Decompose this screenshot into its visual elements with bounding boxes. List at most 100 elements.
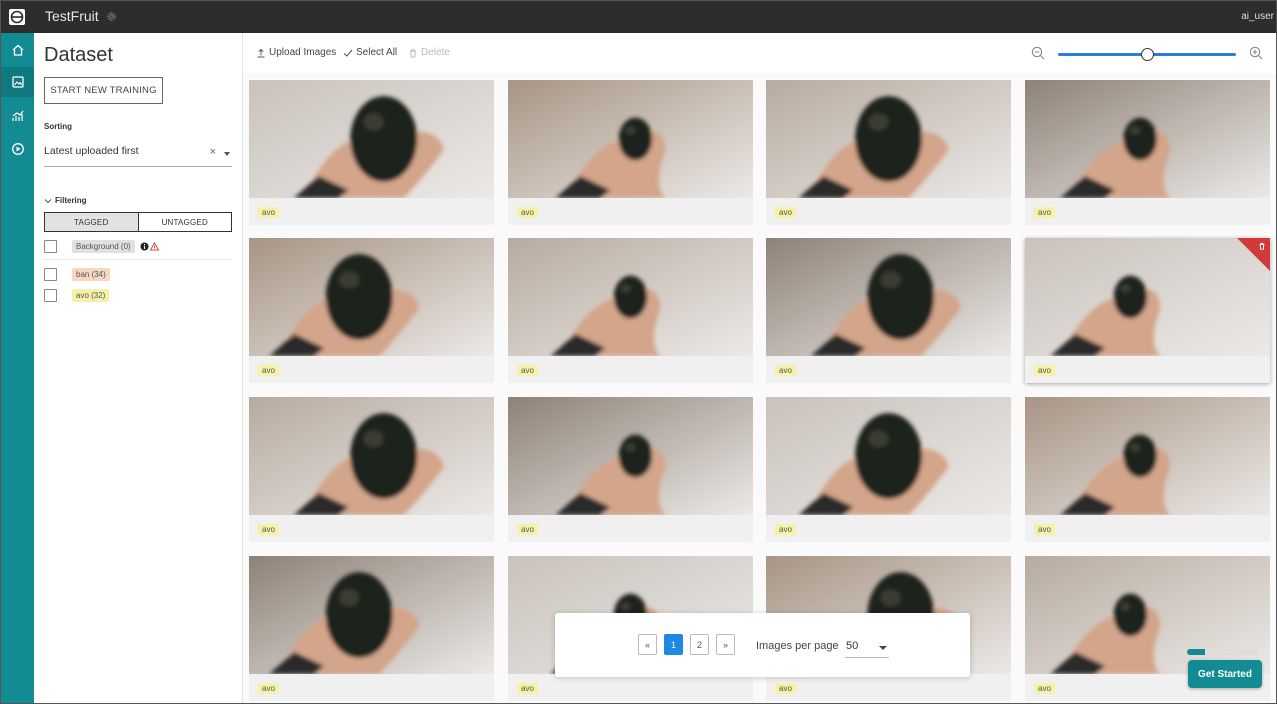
image-thumbnail[interactable]: [766, 238, 1011, 356]
image-tag: avo: [1034, 683, 1055, 694]
image-card[interactable]: avo: [1025, 238, 1270, 383]
image-thumbnail[interactable]: [1025, 80, 1270, 198]
image-thumbnail[interactable]: [1025, 556, 1270, 674]
image-card[interactable]: avo: [249, 238, 494, 383]
clear-sorting-icon[interactable]: ×: [210, 146, 216, 158]
image-card[interactable]: avo: [766, 397, 1011, 542]
nav-home[interactable]: [1, 35, 34, 65]
tag-chip-ban: ban (34): [72, 267, 110, 281]
image-thumbnail[interactable]: [508, 397, 753, 515]
image-thumbnail[interactable]: [766, 397, 1011, 515]
nav-deploy[interactable]: [1, 134, 34, 164]
delete-button[interactable]: Delete: [408, 47, 450, 58]
upload-images-button[interactable]: Upload Images: [256, 47, 336, 58]
image-tag: avo: [1034, 207, 1055, 218]
image-card[interactable]: avo: [249, 80, 494, 225]
image-card[interactable]: avo: [508, 397, 753, 542]
delete-label: Delete: [421, 47, 450, 58]
filter-checkbox-ban[interactable]: [44, 267, 57, 281]
chevron-down-icon[interactable]: [224, 152, 230, 156]
filter-checkbox-avo[interactable]: [44, 288, 57, 302]
onboarding-progress: [1187, 649, 1259, 655]
image-thumbnail[interactable]: [249, 238, 494, 356]
image-card[interactable]: avo: [249, 556, 494, 701]
image-tag: avo: [517, 365, 538, 376]
sorting-select[interactable]: Latest uploaded first ×: [44, 141, 232, 167]
filter-tabs: TAGGED UNTAGGED: [44, 212, 232, 232]
zoom-out-icon[interactable]: [1031, 46, 1045, 60]
info-icon[interactable]: [140, 241, 149, 251]
get-started-button[interactable]: Get Started: [1188, 660, 1262, 688]
filter-row-avo: avo (32): [44, 288, 110, 302]
image-card[interactable]: avo: [508, 80, 753, 225]
trash-icon[interactable]: [1258, 242, 1266, 250]
dataset-icon: [11, 76, 24, 88]
main-content: Upload Images Select All Delete avo avo av…: [243, 33, 1276, 703]
image-tag: avo: [517, 524, 538, 535]
image-thumbnail[interactable]: [508, 238, 753, 356]
pagination-prev-button[interactable]: «: [638, 634, 657, 655]
image-thumbnail[interactable]: [249, 397, 494, 515]
image-tag: avo: [517, 207, 538, 218]
sorting-value: Latest uploaded first: [44, 145, 139, 157]
image-tag: avo: [775, 524, 796, 535]
tag-chip-background: Background (0): [72, 239, 135, 253]
image-thumbnail[interactable]: [508, 80, 753, 198]
image-thumbnail[interactable]: [249, 556, 494, 674]
image-tag: avo: [258, 207, 279, 218]
images-per-page-label: Images per page: [756, 640, 839, 652]
upload-icon: [257, 48, 265, 57]
app-logo-icon[interactable]: [1, 1, 33, 33]
pagination-page-2[interactable]: 2: [690, 634, 709, 655]
checkmark-icon: [343, 49, 353, 57]
filtering-toggle[interactable]: Filtering: [44, 196, 87, 205]
filter-divider: [44, 259, 232, 260]
zoom-in-icon[interactable]: [1249, 46, 1263, 60]
image-tag: avo: [775, 365, 796, 376]
app-window: TestFruit ai_user Dataset START NEW TRAI…: [0, 0, 1277, 704]
home-icon: [12, 44, 23, 56]
tab-tagged[interactable]: TAGGED: [45, 213, 139, 231]
project-settings-gear-icon[interactable]: [105, 10, 118, 23]
dataset-panel: Dataset START NEW TRAINING Sorting Lates…: [34, 33, 243, 703]
pagination-next-button[interactable]: »: [716, 634, 735, 655]
image-tag: avo: [258, 365, 279, 376]
start-new-training-button[interactable]: START NEW TRAINING: [44, 77, 163, 104]
image-tag: avo: [775, 207, 796, 218]
image-card[interactable]: avo: [1025, 80, 1270, 225]
deploy-icon: [11, 143, 24, 155]
image-tag: avo: [258, 683, 279, 694]
image-card[interactable]: avo: [508, 238, 753, 383]
nav-analytics[interactable]: [1, 101, 34, 131]
user-menu[interactable]: ai_user: [1241, 11, 1274, 22]
nav-dataset[interactable]: [1, 67, 34, 97]
trash-icon: [410, 48, 416, 57]
tag-chip-avo: avo (32): [72, 288, 110, 302]
upload-images-label: Upload Images: [269, 47, 337, 58]
filter-row-background: Background (0): [44, 239, 159, 253]
filter-row-ban: ban (34): [44, 267, 110, 281]
zoom-slider[interactable]: [1058, 48, 1236, 61]
zoom-slider-thumb[interactable]: [1140, 48, 1154, 61]
image-thumbnail[interactable]: [1025, 238, 1270, 356]
images-per-page-select[interactable]: 50: [845, 636, 889, 658]
filter-checkbox-background[interactable]: [44, 239, 57, 253]
image-tag: avo: [775, 683, 796, 694]
image-thumbnail[interactable]: [1025, 397, 1270, 515]
image-thumbnail[interactable]: [249, 80, 494, 198]
tab-untagged[interactable]: UNTAGGED: [139, 213, 232, 231]
image-card[interactable]: avo: [1025, 397, 1270, 542]
image-card[interactable]: avo: [766, 238, 1011, 383]
image-card[interactable]: avo: [249, 397, 494, 542]
image-toolbar: Upload Images Select All Delete: [243, 33, 1276, 73]
image-tag: avo: [517, 683, 538, 694]
image-thumbnail[interactable]: [766, 80, 1011, 198]
pagination-page-1[interactable]: 1: [664, 634, 683, 655]
image-card[interactable]: avo: [766, 80, 1011, 225]
page-title: Dataset: [44, 44, 113, 66]
chevron-down-icon: [879, 646, 887, 650]
nav-rail: [1, 33, 34, 703]
select-all-label: Select All: [356, 47, 398, 58]
select-all-button[interactable]: Select All: [343, 47, 397, 58]
warning-icon[interactable]: [149, 241, 159, 251]
